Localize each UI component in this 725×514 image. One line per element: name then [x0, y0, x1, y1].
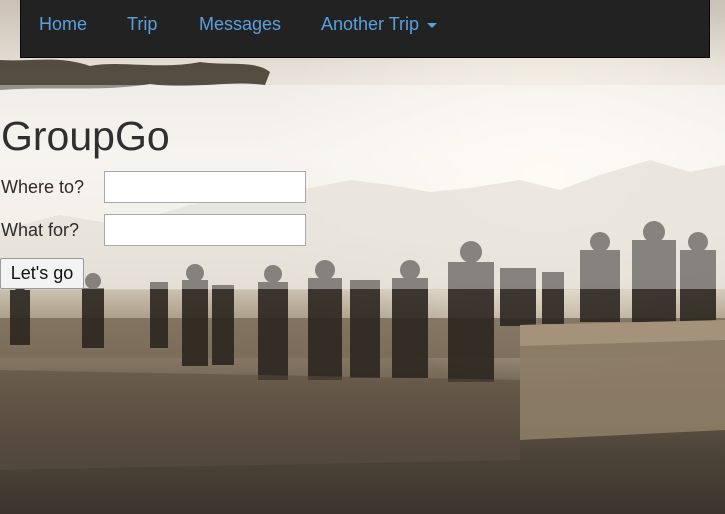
where-to-input[interactable]	[104, 171, 306, 203]
nav-trip-link[interactable]: Trip	[127, 0, 157, 48]
what-for-input[interactable]	[104, 214, 306, 246]
nav-another-trip-dropdown[interactable]: Another Trip	[321, 0, 438, 48]
nav-home-link[interactable]: Home	[39, 0, 87, 48]
nav-another-trip-label: Another Trip	[321, 14, 420, 34]
what-for-label: What for?	[1, 220, 80, 240]
nav-messages-link[interactable]: Messages	[199, 0, 281, 48]
caret-down-icon	[427, 22, 438, 28]
page-title: GroupGo	[1, 113, 170, 159]
top-navbar: Home Trip Messages Another Trip	[20, 0, 710, 58]
lets-go-button[interactable]: Let's go	[0, 258, 84, 289]
where-to-label: Where to?	[1, 177, 85, 197]
